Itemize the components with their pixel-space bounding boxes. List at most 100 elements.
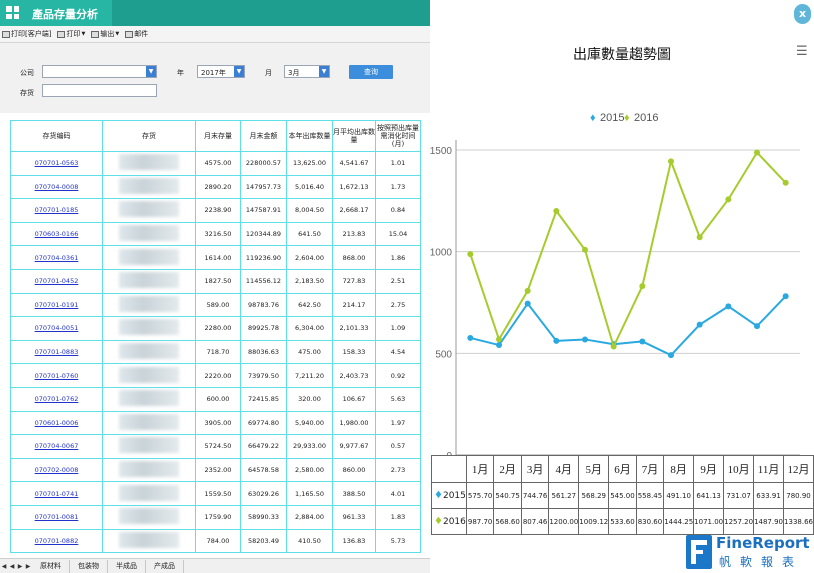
- sheet-tab[interactable]: 原材料: [32, 559, 70, 573]
- brand-chinese-name: 帆軟報表: [719, 555, 804, 569]
- table-cell: 5,940.00: [286, 410, 333, 436]
- first-sheet-icon[interactable]: ◀: [0, 563, 8, 570]
- legend-label[interactable]: 2015: [600, 112, 624, 124]
- table-cell: 1,165.50: [286, 481, 333, 506]
- stock-code-link[interactable]: 070702-0008: [10, 457, 103, 483]
- month-select[interactable]: 3月 ▼: [284, 65, 330, 78]
- sheet-tab-list: 原材料 包装物 半成品 产成品: [32, 559, 184, 573]
- table-cell: 784.00: [195, 528, 241, 554]
- stock-code-link[interactable]: 070601-0006: [10, 410, 103, 436]
- data-point-2015[interactable]: [668, 352, 674, 359]
- table-cell: 860.00: [332, 457, 376, 483]
- table-cell: 1.01: [375, 151, 421, 176]
- data-point-2016[interactable]: [754, 149, 760, 156]
- stock-code-link[interactable]: 070603-0166: [10, 221, 103, 247]
- export-icon: [91, 30, 100, 38]
- stock-code-link[interactable]: 070701-0081: [10, 504, 103, 530]
- sheet-tab[interactable]: 产成品: [146, 559, 184, 573]
- category-label: 1月: [465, 455, 495, 483]
- line-chart: ♦2015♦2016 050010001500: [430, 112, 800, 455]
- stock-name-cell: [102, 268, 196, 294]
- legend-label[interactable]: 2016: [634, 112, 658, 124]
- data-point-2015[interactable]: [754, 323, 760, 330]
- sheet-tab[interactable]: 包装物: [70, 559, 108, 573]
- stock-code-link[interactable]: 070704-0361: [10, 245, 103, 270]
- stock-code-link[interactable]: 070704-0008: [10, 174, 103, 200]
- stock-name-cell: [102, 386, 196, 412]
- stock-code-link[interactable]: 070704-0067: [10, 434, 103, 459]
- data-point-2015[interactable]: [467, 334, 474, 341]
- y-tick-label: 1500: [430, 146, 452, 157]
- data-point-2016[interactable]: [782, 179, 789, 186]
- table-cell: 89925.78: [240, 316, 287, 341]
- data-point-2015[interactable]: [582, 336, 588, 343]
- data-point-2016[interactable]: [553, 208, 560, 214]
- year-label: 年: [177, 69, 184, 77]
- table-cell: 2.73: [375, 457, 421, 483]
- table-row: 070704-0051 2280.00 89925.78 6,304.00 2,101.…: [10, 316, 421, 341]
- table-cell: 147957.73: [240, 174, 287, 200]
- table-cell: 0.57: [375, 434, 421, 459]
- year-select[interactable]: 2017年 ▼: [197, 65, 245, 78]
- stock-code-link[interactable]: 070701-0191: [10, 292, 103, 318]
- data-point-2015[interactable]: [524, 300, 531, 307]
- chevron-down-icon[interactable]: ▼: [146, 66, 156, 77]
- table-cell: 4.54: [375, 339, 421, 365]
- stock-code-link[interactable]: 070701-0741: [10, 481, 103, 506]
- print-client-button[interactable]: 打印[客户端]: [2, 29, 51, 39]
- table-row: 070704-0067 5724.50 66479.22 29,933.00 9,977…: [10, 434, 421, 459]
- stock-code-link[interactable]: 070701-0760: [10, 363, 103, 388]
- active-report-tab[interactable]: 產品存量分析: [0, 0, 112, 26]
- print-button[interactable]: 打印 ▼: [57, 29, 85, 39]
- data-point-2015[interactable]: [639, 338, 646, 345]
- stock-name-cell: [102, 481, 196, 506]
- stock-code-link[interactable]: 070701-0882: [10, 528, 103, 554]
- table-cell: 868.00: [332, 245, 376, 270]
- prev-sheet-icon[interactable]: ◀: [8, 563, 16, 570]
- export-button[interactable]: 输出 ▼: [91, 29, 119, 39]
- stock-code-link[interactable]: 070701-0762: [10, 386, 103, 412]
- query-button[interactable]: 查询: [349, 65, 393, 79]
- data-point-2015[interactable]: [782, 293, 789, 300]
- chevron-down-icon[interactable]: ▼: [234, 66, 244, 77]
- data-point-2016[interactable]: [467, 251, 474, 258]
- data-point-2016[interactable]: [696, 234, 703, 241]
- data-point-2015[interactable]: [496, 342, 502, 349]
- data-point-2016[interactable]: [582, 246, 588, 253]
- stock-code-link[interactable]: 070701-0452: [10, 268, 103, 294]
- month-value: 3月: [288, 69, 300, 77]
- table-row: 070704-0008 2890.20 147957.73 5,016.40 1,672…: [10, 174, 421, 200]
- data-point-2016[interactable]: [725, 196, 732, 203]
- company-select[interactable]: ▼: [42, 65, 157, 78]
- data-point-2016[interactable]: [668, 158, 674, 165]
- data-point-2016[interactable]: [639, 283, 646, 290]
- chevron-down-icon[interactable]: ▼: [319, 66, 329, 77]
- stock-code-link[interactable]: 070704-0051: [10, 316, 103, 341]
- stock-code-link[interactable]: 070701-0563: [10, 151, 103, 176]
- sheet-tab[interactable]: 半成品: [108, 559, 146, 573]
- data-point-2015[interactable]: [696, 321, 703, 328]
- stock-code-link[interactable]: 070701-0185: [10, 198, 103, 223]
- data-point-2015[interactable]: [725, 303, 732, 310]
- table-cell: 1.83: [375, 504, 421, 530]
- series-marker: ♦: [434, 516, 443, 527]
- table-cell: 0.92: [375, 363, 421, 388]
- table-cell: 641.50: [286, 221, 333, 247]
- table-cell: 2,403.73: [332, 363, 376, 388]
- last-sheet-icon[interactable]: ▶: [24, 563, 32, 570]
- month-label: 月: [265, 69, 272, 77]
- toolbar: 打印[客户端] 打印 ▼ 输出 ▼ 邮件: [0, 26, 430, 43]
- table-cell: 600.00: [195, 386, 241, 412]
- data-point-2016[interactable]: [610, 343, 617, 350]
- data-point-2016[interactable]: [524, 287, 531, 294]
- next-sheet-icon[interactable]: ▶: [16, 563, 24, 570]
- table-cell: 88036.63: [240, 339, 287, 365]
- email-button[interactable]: 邮件: [125, 29, 148, 39]
- stock-input[interactable]: [42, 84, 157, 97]
- table-row: 070701-0452 1827.50 114556.12 2,183.50 727.8…: [10, 268, 421, 294]
- data-point-2016[interactable]: [496, 336, 502, 343]
- redacted-text: [119, 201, 179, 218]
- data-point-2015[interactable]: [553, 337, 560, 344]
- stock-code-link[interactable]: 070701-0883: [10, 339, 103, 365]
- column-header: 月末金额: [240, 120, 287, 152]
